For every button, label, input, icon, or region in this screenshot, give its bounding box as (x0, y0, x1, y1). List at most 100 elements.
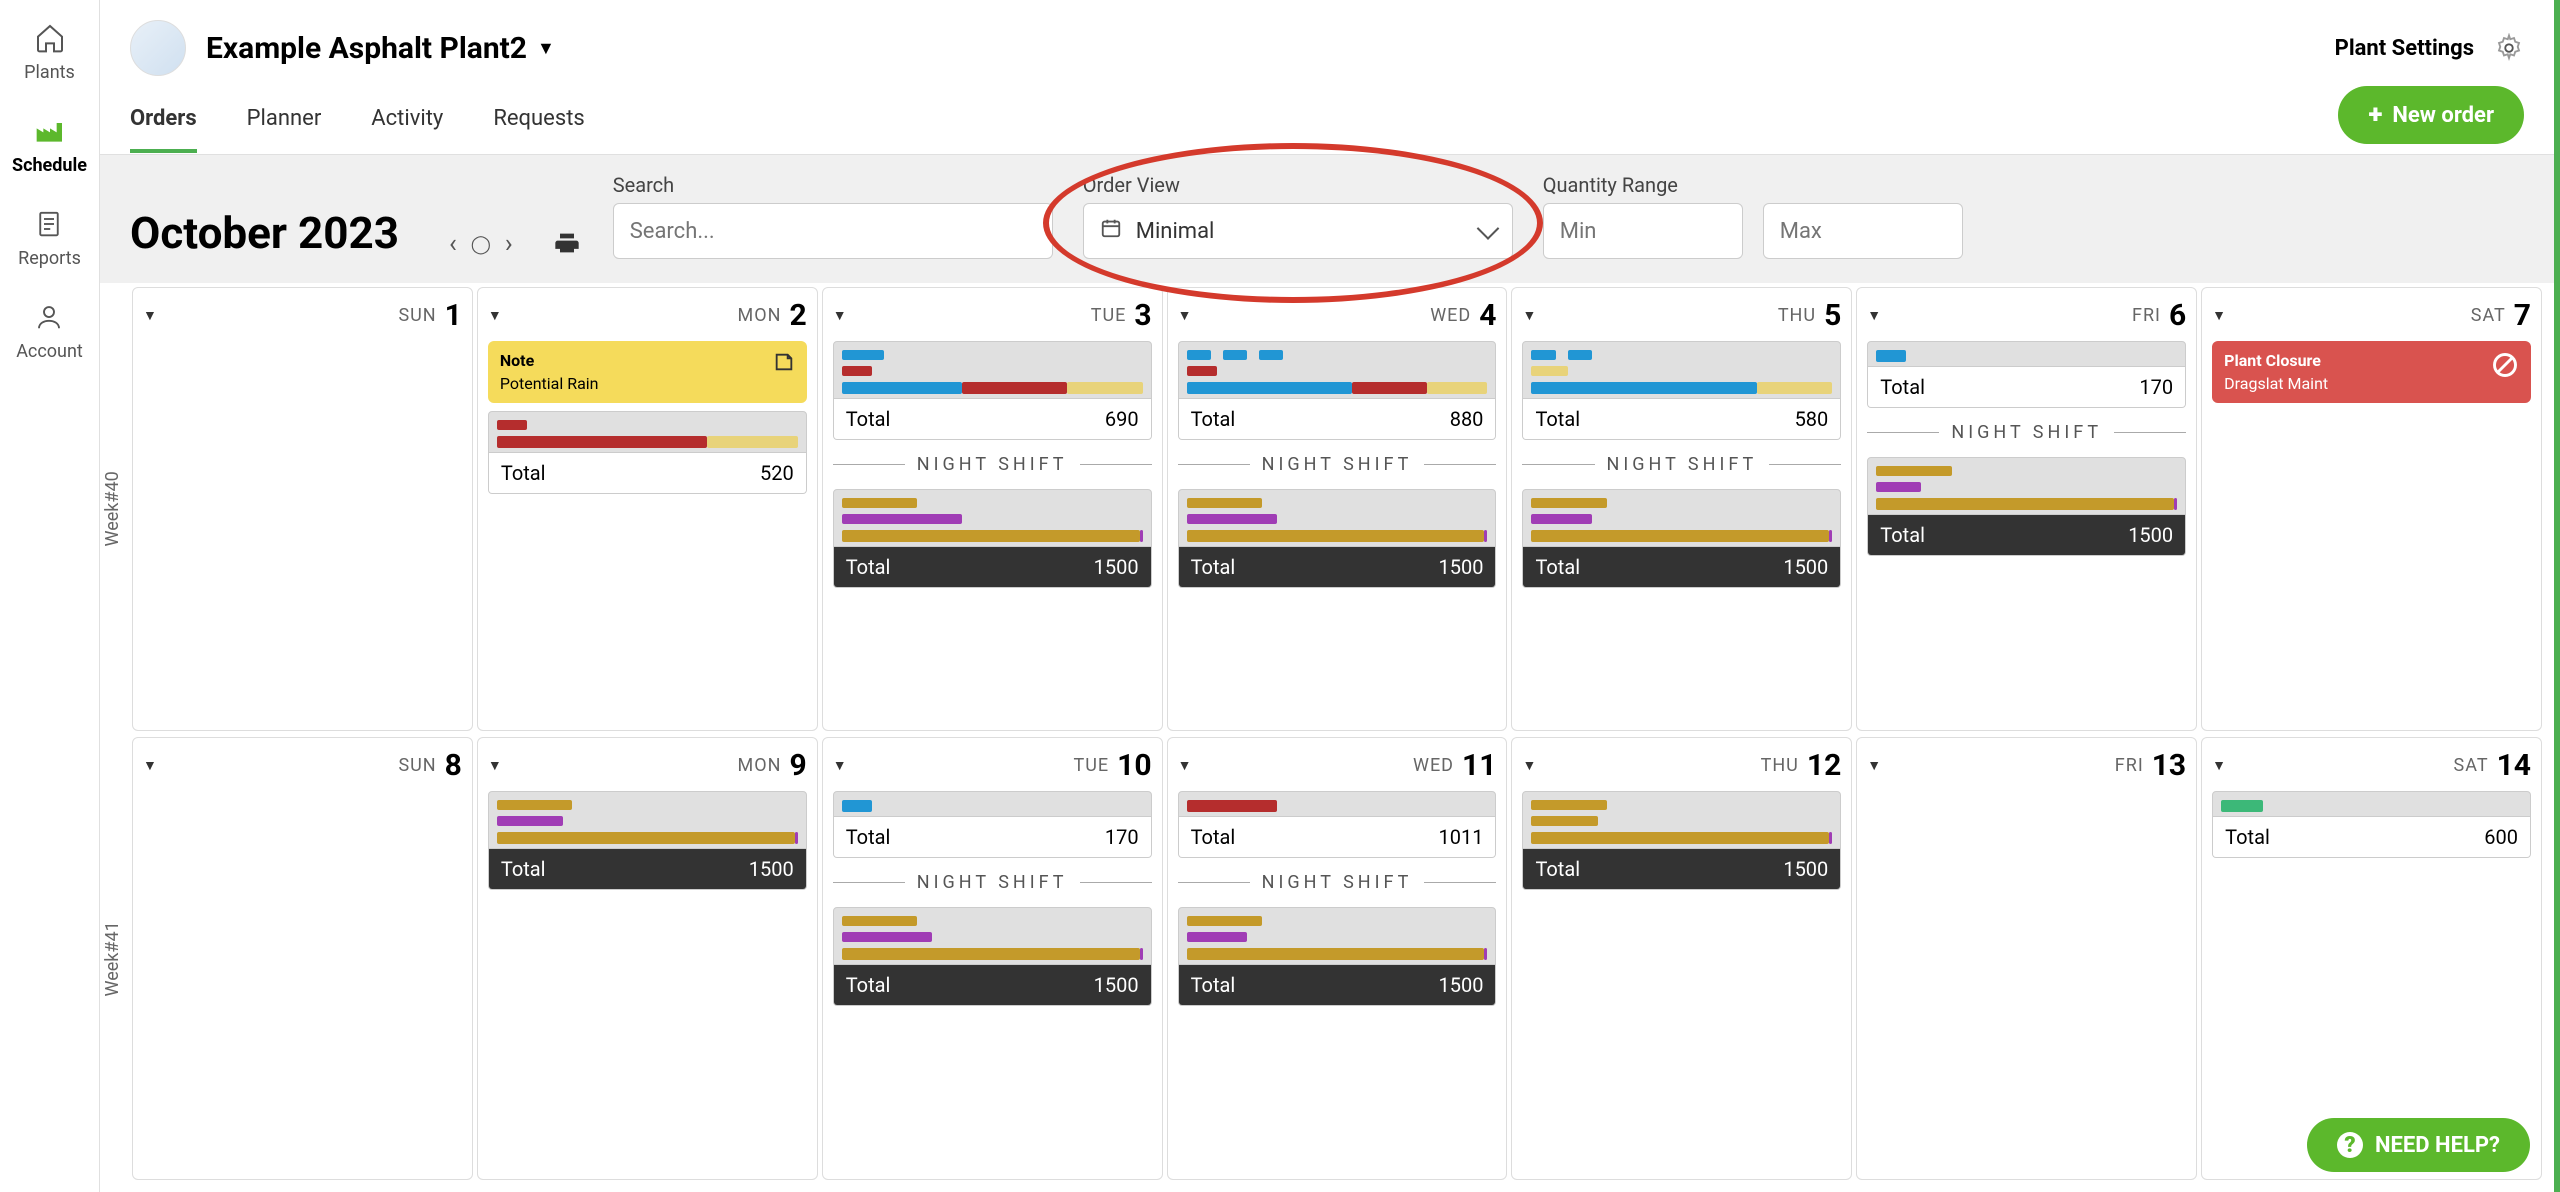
sidebar-label: Account (16, 341, 83, 362)
main-content: Example Asphalt Plant2 ▼ Plant Settings … (100, 0, 2560, 1192)
order-block[interactable]: Total880 (1178, 341, 1497, 440)
note-card[interactable]: Note Potential Rain (488, 341, 807, 403)
order-block-night[interactable]: Total1500 (488, 791, 807, 890)
day-num: 2 (790, 298, 807, 333)
day-num: 12 (1807, 748, 1841, 783)
day-dow: SAT (2471, 305, 2506, 326)
caret-down-icon[interactable]: ▼ (1522, 307, 1536, 324)
caret-down-icon[interactable]: ▼ (2212, 757, 2226, 774)
gear-icon[interactable] (2494, 33, 2524, 63)
day-num: 5 (1824, 298, 1841, 333)
day-num: 10 (1117, 748, 1151, 783)
sidebar-item-reports[interactable]: Reports (18, 206, 81, 269)
day-cell[interactable]: ▼ THU 12 Total1500 (1511, 737, 1852, 1181)
order-block-night[interactable]: Total1500 (1522, 489, 1841, 588)
order-block[interactable]: Total690 (833, 341, 1152, 440)
plant-selector[interactable]: Example Asphalt Plant2 ▼ (206, 31, 555, 66)
total-row: Total1500 (1868, 514, 2185, 555)
quantity-range-label: Quantity Range (1543, 173, 1963, 197)
day-dow: MON (738, 305, 782, 326)
closure-card[interactable]: Plant Closure Dragslat Maint (2212, 341, 2531, 403)
topbar: Example Asphalt Plant2 ▼ Plant Settings (100, 0, 2554, 86)
total-row: Total1500 (1523, 848, 1840, 889)
day-cell[interactable]: ▼ TUE 10 Total170 NIGHT SHIFT (822, 737, 1163, 1181)
order-block-night[interactable]: Total1500 (1867, 457, 2186, 556)
day-num: 9 (790, 748, 807, 783)
month-title: October 2023 (130, 207, 399, 259)
total-row: Total170 (834, 816, 1151, 857)
day-cell[interactable]: ▼ SUN 1 (132, 287, 473, 731)
order-block-night[interactable]: Total1500 (1178, 489, 1497, 588)
day-cell[interactable]: ▼ MON 2 Note Potential Rain (477, 287, 818, 731)
day-dow: WED (1430, 305, 1471, 326)
order-block[interactable]: Total1011 (1178, 791, 1497, 858)
total-row: Total1011 (1179, 816, 1496, 857)
order-block[interactable]: Total600 (2212, 791, 2531, 858)
plant-logo[interactable] (130, 20, 186, 76)
day-cell[interactable]: ▼ MON 9 Total1500 (477, 737, 818, 1181)
prev-month-button[interactable]: ‹ (449, 229, 457, 259)
search-input[interactable] (613, 203, 1053, 259)
today-button[interactable]: ◯ (471, 234, 491, 255)
day-cell[interactable]: ▼ WED 4 Total880 NIGHT SHIFT (1167, 287, 1508, 731)
order-block-night[interactable]: Total1500 (1522, 791, 1841, 890)
day-num: 7 (2514, 298, 2531, 333)
tab-requests[interactable]: Requests (493, 88, 584, 153)
caret-down-icon[interactable]: ▼ (2212, 307, 2226, 324)
order-block-night[interactable]: Total1500 (833, 489, 1152, 588)
caret-down-icon[interactable]: ▼ (1178, 757, 1192, 774)
caret-down-icon[interactable]: ▼ (488, 307, 502, 324)
note-body: Potential Rain (500, 374, 795, 393)
new-order-button[interactable]: + New order (2338, 86, 2524, 144)
day-dow: FRI (2115, 755, 2144, 776)
day-cell[interactable]: ▼ SAT 7 Plant Closure Dragslat Maint (2201, 287, 2542, 731)
tab-planner[interactable]: Planner (247, 88, 322, 153)
caret-down-icon[interactable]: ▼ (143, 307, 157, 324)
night-shift-divider: NIGHT SHIFT (833, 454, 1152, 475)
sidebar-label: Schedule (12, 155, 87, 176)
sidebar-item-schedule[interactable]: Schedule (12, 113, 87, 176)
caret-down-icon[interactable]: ▼ (143, 757, 157, 774)
order-block-night[interactable]: Total1500 (833, 907, 1152, 1006)
caret-down-icon[interactable]: ▼ (488, 757, 502, 774)
quantity-min-input[interactable] (1543, 203, 1743, 259)
caret-down-icon[interactable]: ▼ (1867, 307, 1881, 324)
day-cell[interactable]: ▼ THU 5 Total580 NIGHT SHIFT (1511, 287, 1852, 731)
order-view-label: Order View (1083, 173, 1513, 197)
sidebar-item-account[interactable]: Account (16, 299, 83, 362)
caret-down-icon[interactable]: ▼ (1867, 757, 1881, 774)
day-cell[interactable]: ▼ SUN 8 (132, 737, 473, 1181)
sidebar-item-plants[interactable]: Plants (24, 20, 75, 83)
day-cell[interactable]: ▼ FRI 6 Total170 NIGHT SHIFT (1856, 287, 2197, 731)
order-block[interactable]: Total580 (1522, 341, 1841, 440)
order-block[interactable]: Total170 (1867, 341, 2186, 408)
day-cell[interactable]: ▼ TUE 3 Total690 NIGHT SHIFT (822, 287, 1163, 731)
tab-orders[interactable]: Orders (130, 88, 197, 153)
order-block[interactable]: Total170 (833, 791, 1152, 858)
quantity-max-input[interactable] (1763, 203, 1963, 259)
day-num: 8 (445, 748, 462, 783)
day-cell[interactable]: ▼ SAT 14 Total600 (2201, 737, 2542, 1181)
tab-activity[interactable]: Activity (371, 88, 443, 153)
day-dow: SUN (398, 755, 436, 776)
search-label: Search (613, 173, 1053, 197)
plant-settings-link[interactable]: Plant Settings (2335, 36, 2474, 61)
caret-down-icon[interactable]: ▼ (1178, 307, 1192, 324)
caret-down-icon[interactable]: ▼ (833, 757, 847, 774)
next-month-button[interactable]: › (505, 229, 513, 259)
order-block[interactable]: Total 520 (488, 411, 807, 494)
day-cell[interactable]: ▼ WED 11 Total1011 NIGHT SHIFT (1167, 737, 1508, 1181)
week-label: Week#40 (100, 287, 128, 731)
week-row: Week#40 ▼ SUN 1 ▼ MON 2 (100, 287, 2542, 731)
day-dow: SUN (398, 305, 436, 326)
caret-down-icon[interactable]: ▼ (833, 307, 847, 324)
day-cell[interactable]: ▼ FRI 13 (1856, 737, 2197, 1181)
night-shift-divider: NIGHT SHIFT (1867, 422, 2186, 443)
help-button[interactable]: ? NEED HELP? (2307, 1118, 2530, 1172)
caret-down-icon[interactable]: ▼ (1522, 757, 1536, 774)
order-block-night[interactable]: Total1500 (1178, 907, 1497, 1006)
order-view-select[interactable]: Minimal (1083, 203, 1513, 259)
print-icon[interactable] (553, 229, 583, 259)
document-icon (31, 206, 67, 242)
calendar: Week#40 ▼ SUN 1 ▼ MON 2 (100, 283, 2554, 1192)
